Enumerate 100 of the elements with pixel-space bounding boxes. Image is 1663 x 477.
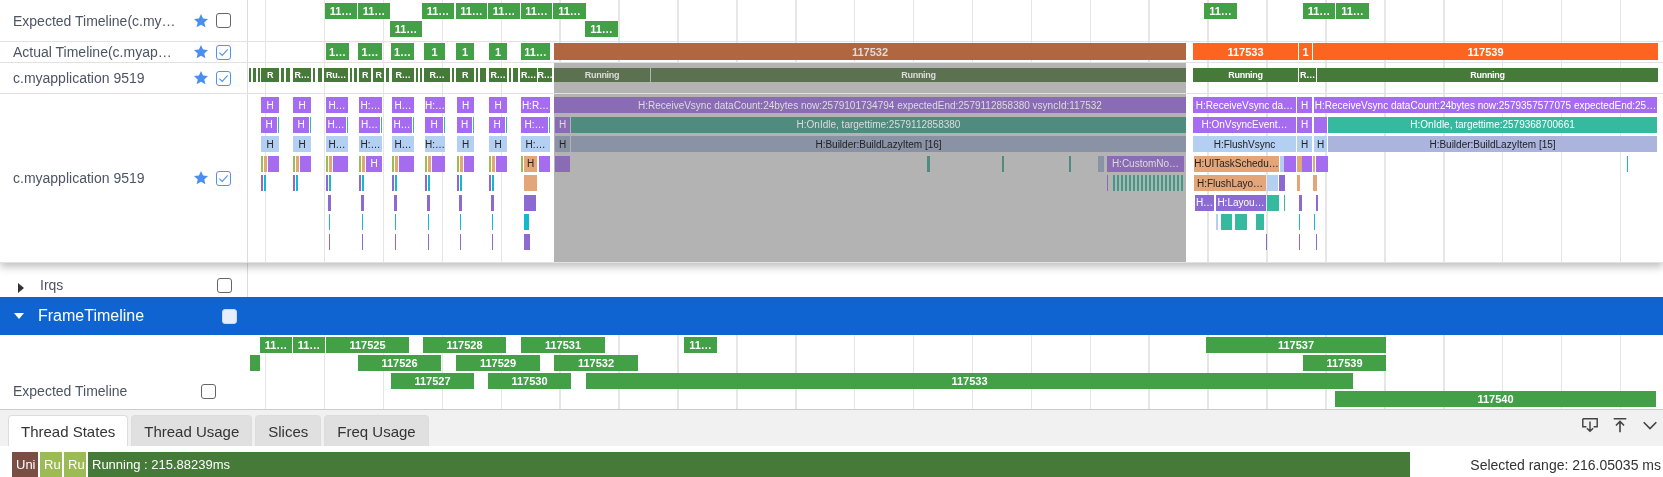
trace-slice[interactable]: H:FlushLayo… xyxy=(1194,175,1266,191)
thread-state-slice[interactable]: R xyxy=(456,68,474,82)
frame-slice[interactable]: 117529 xyxy=(456,355,540,371)
thread-state-slice[interactable]: R… xyxy=(424,68,450,82)
trace-slice[interactable]: H:ReceiveVsync dataCount:24bytes now:2579101734794 expectedEnd:2579112858380 vsyncId:117532 xyxy=(554,97,1186,113)
thread-state-slice[interactable]: R… xyxy=(392,68,414,82)
download-icon[interactable] xyxy=(1581,416,1599,434)
trace-slice[interactable]: H xyxy=(1314,136,1327,152)
frame-slice[interactable]: 1 xyxy=(489,43,507,60)
trace-slice[interactable]: H:… xyxy=(425,97,445,113)
thread-state-slice[interactable]: R… xyxy=(538,68,552,82)
frame-slice[interactable]: 11… xyxy=(456,3,487,19)
trace-slice[interactable]: H… xyxy=(326,136,348,152)
trace-slice[interactable]: H… xyxy=(359,116,380,133)
trace-slice[interactable]: H xyxy=(457,136,474,152)
trace-slice[interactable]: H xyxy=(261,116,277,133)
frame-slice[interactable]: 11… xyxy=(684,337,717,353)
trace-slice[interactable] xyxy=(539,155,550,172)
trace-slice[interactable]: H xyxy=(1297,116,1312,133)
star-icon[interactable] xyxy=(193,44,209,60)
frame-slice[interactable]: 1 xyxy=(456,43,474,60)
trace-slice[interactable] xyxy=(524,194,536,211)
checkbox[interactable] xyxy=(217,278,232,293)
frame-slice[interactable]: 1… xyxy=(358,43,382,60)
trace-slice[interactable] xyxy=(361,194,364,211)
trace-slice[interactable]: H… xyxy=(392,97,414,113)
trace-slice[interactable]: H:OnIdle, targettime:2579368700661 xyxy=(1328,116,1657,133)
trace-slice[interactable]: H… xyxy=(326,116,346,133)
thread-state-bar[interactable]: Running : 215.88239ms xyxy=(88,451,1410,477)
trace-slice[interactable]: H xyxy=(555,136,570,152)
thread-state-slice[interactable] xyxy=(253,68,256,82)
frame-slice[interactable]: 11… xyxy=(521,3,552,19)
star-icon[interactable] xyxy=(193,12,209,29)
trace-slice[interactable] xyxy=(1316,155,1328,172)
trace-slice[interactable]: H xyxy=(425,116,443,133)
trace-slice[interactable] xyxy=(399,155,414,172)
thread-state-slice[interactable]: Running xyxy=(554,68,650,82)
frame-slice[interactable]: 11… xyxy=(293,337,325,353)
frame-slice[interactable]: 117528 xyxy=(423,337,506,353)
frame-slice[interactable]: 11… xyxy=(1336,3,1369,19)
frame-slice[interactable]: 1 xyxy=(1299,43,1312,60)
tab[interactable]: Freq Usage xyxy=(324,415,429,446)
thread-state-slice[interactable] xyxy=(318,68,322,82)
trace-slice[interactable]: H:… xyxy=(521,136,550,152)
trace-slice[interactable] xyxy=(1297,155,1302,172)
trace-slice[interactable] xyxy=(300,155,311,172)
trace-slice[interactable] xyxy=(460,155,463,172)
thread-state-slice[interactable]: R xyxy=(359,68,371,82)
frame-slice[interactable]: 117532 xyxy=(554,43,1186,60)
trace-slice[interactable]: H xyxy=(1297,97,1312,113)
upload-icon[interactable] xyxy=(1611,416,1629,434)
thread-state-slice[interactable]: Ru… xyxy=(324,68,348,82)
trace-slice[interactable]: H:UITaskSchedu… xyxy=(1194,155,1279,172)
collapse-triangle-icon[interactable] xyxy=(14,311,24,321)
trace-slice[interactable]: H:… xyxy=(359,97,382,113)
frame-slice[interactable]: 117525 xyxy=(326,337,409,353)
trace-slice[interactable]: H xyxy=(524,155,537,172)
thread-state-slice[interactable] xyxy=(480,68,486,82)
trace-slice[interactable] xyxy=(1302,155,1312,172)
frame-slice[interactable]: 11… xyxy=(325,3,357,19)
frame-slice[interactable]: 11… xyxy=(422,3,454,19)
thread-state-slice[interactable]: R… xyxy=(1299,68,1316,82)
frame-slice[interactable]: 117533 xyxy=(586,373,1353,389)
trace-slice[interactable] xyxy=(328,194,331,211)
trace-slice[interactable]: H xyxy=(261,97,279,113)
trace-slice[interactable]: H:ReceiveVsync dataCount:24bytes now:2579357577075 expectedEnd:25… xyxy=(1314,97,1657,113)
thread-state-slice[interactable] xyxy=(354,68,357,82)
trace-slice[interactable] xyxy=(524,233,530,250)
tab[interactable]: Thread Usage xyxy=(131,415,253,446)
trace-slice[interactable] xyxy=(296,155,299,172)
thread-state-slice[interactable]: R xyxy=(261,68,279,82)
trace-slice[interactable] xyxy=(432,155,445,172)
trace-slice[interactable]: H xyxy=(366,155,382,172)
thread-state-slice[interactable]: R xyxy=(373,68,384,82)
trace-slice[interactable]: H xyxy=(457,116,472,133)
trace-slice[interactable]: H:ReceiveVsync da… xyxy=(1193,97,1296,113)
trace-slice[interactable] xyxy=(362,155,365,172)
frame-slice[interactable]: 11… xyxy=(358,3,390,19)
tab[interactable]: Thread States xyxy=(8,415,129,446)
trace-slice[interactable] xyxy=(329,155,332,172)
trace-slice[interactable] xyxy=(394,194,397,211)
trace-slice[interactable]: H:Layou… xyxy=(1216,194,1266,211)
checkbox[interactable] xyxy=(216,13,231,28)
checkbox[interactable] xyxy=(216,70,231,86)
trace-slice[interactable] xyxy=(1314,116,1327,133)
frame-slice[interactable] xyxy=(250,355,260,371)
trace-slice[interactable]: H xyxy=(489,97,507,113)
thread-state-slice[interactable] xyxy=(513,68,518,82)
checkbox[interactable] xyxy=(216,44,231,60)
trace-slice[interactable] xyxy=(1299,194,1302,211)
trace-slice[interactable] xyxy=(1284,155,1296,172)
trace-slice[interactable]: H xyxy=(489,116,505,133)
trace-slice[interactable]: H xyxy=(1297,136,1312,152)
star-icon[interactable] xyxy=(193,70,209,86)
frame-slice[interactable]: 1… xyxy=(326,43,349,60)
frame-slice[interactable]: 11… xyxy=(488,3,520,19)
thread-state-slice[interactable]: R… xyxy=(520,68,537,82)
trace-slice[interactable] xyxy=(427,194,430,211)
trace-slice[interactable] xyxy=(464,155,474,172)
star-icon[interactable] xyxy=(193,170,209,186)
